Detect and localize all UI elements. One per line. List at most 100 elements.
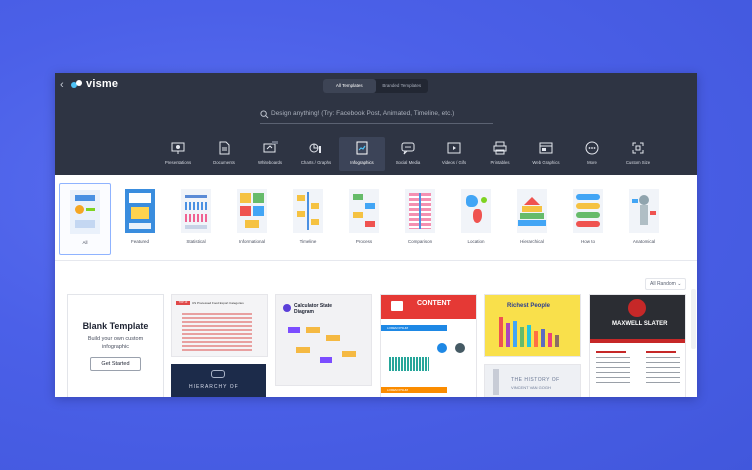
search-icon — [260, 110, 269, 119]
template-preview — [596, 351, 626, 353]
template-preview — [389, 357, 429, 371]
template-preview — [437, 343, 447, 353]
all-templates-tab[interactable]: All Templates — [323, 79, 376, 93]
template-card[interactable]: CONTENT LOREM IPSUM LOREM IPSUM — [380, 294, 477, 397]
category-label: Social Media — [395, 160, 421, 165]
blank-template-title: Blank Template — [82, 321, 149, 331]
blank-template-card[interactable]: Blank Template Build your own custom inf… — [67, 294, 164, 397]
template-title: HIERARCHY OF — [189, 384, 239, 390]
glasses-icon — [211, 370, 225, 378]
branded-templates-tab[interactable]: Branded Templates — [376, 79, 429, 93]
category-custom-size[interactable]: Custom Size — [615, 137, 661, 171]
template-logo — [283, 304, 291, 312]
category-infographics[interactable]: Infographics — [339, 137, 385, 171]
subcategory-location[interactable]: Location — [451, 183, 501, 253]
category-label: Infographics — [350, 160, 374, 165]
category-label: Presentations — [164, 160, 192, 165]
template-subtitle: VINCENT VAN GOGH — [511, 385, 551, 390]
subcategory-label: Hierarchical — [520, 239, 544, 244]
template-title: MAXWELL SLATER — [612, 321, 668, 327]
subcategory-label: Process — [355, 239, 373, 244]
search-input[interactable]: Design anything! (Try: Facebook Post, An… — [260, 109, 493, 124]
category-charts-graphs[interactable]: Charts / Graphs — [293, 137, 339, 171]
category-web-graphics[interactable]: Web Graphics — [523, 137, 569, 171]
more-icon — [585, 141, 599, 155]
brand-name: visme — [86, 78, 119, 90]
sort-label: All Random — [650, 281, 676, 287]
sort-dropdown[interactable]: All Random ⌄ — [645, 278, 687, 290]
template-preview — [306, 327, 320, 333]
template-card[interactable]: Richest People — [484, 294, 581, 357]
whiteboard-icon — [263, 141, 278, 153]
subcategory-thumbnail — [293, 189, 323, 233]
template-preview — [646, 357, 680, 387]
template-preview — [506, 323, 510, 347]
get-started-button[interactable]: Get Started — [90, 357, 141, 371]
category-bar: Presentations Documents Whiteboards Char… — [155, 137, 661, 171]
template-preview — [455, 343, 465, 353]
top-bar: ‹ visme All Templates Branded Templates … — [55, 73, 697, 175]
category-label: Documents — [213, 160, 235, 165]
subcategory-timeline[interactable]: Timeline — [283, 183, 333, 253]
subcategory-anatomical[interactable]: Anatomical — [619, 183, 669, 253]
chevron-down-icon: ⌄ — [677, 281, 682, 287]
subcategory-statistical[interactable]: Statistical — [171, 183, 221, 253]
subcategory-label: How to — [580, 239, 595, 244]
subcategory-thumbnail — [125, 189, 155, 233]
template-preview — [288, 327, 300, 333]
subcategory-process[interactable]: Process — [339, 183, 389, 253]
presentation-icon — [171, 142, 185, 154]
template-card[interactable]: MAXWELL SLATER — [589, 294, 686, 397]
template-section: LOREM IPSUM — [381, 387, 447, 393]
template-card[interactable]: HIERARCHY OF — [171, 364, 266, 397]
subcategory-comparison[interactable]: Comparison — [395, 183, 445, 253]
subcategory-label: Timeline — [299, 239, 317, 244]
template-title: THE HISTORY OF — [511, 377, 560, 383]
template-preview — [520, 327, 524, 347]
subcategory-how-to[interactable]: How to — [563, 183, 613, 253]
category-videos-gifs[interactable]: Videos / Gifs — [431, 137, 477, 171]
template-card[interactable]: THE HISTORY OF VINCENT VAN GOGH — [484, 364, 581, 397]
category-printables[interactable]: Printables — [477, 137, 523, 171]
template-preview — [342, 351, 356, 357]
subcategory-scroll-handle[interactable] — [691, 289, 696, 349]
printer-icon — [493, 141, 507, 155]
category-label: Charts / Graphs — [300, 160, 332, 165]
template-title: US Processed Food Export Categories — [192, 301, 244, 305]
video-icon — [447, 142, 461, 154]
subcategory-thumbnail — [349, 189, 379, 233]
subcategory-all[interactable]: All — [59, 183, 111, 255]
visme-window: ‹ visme All Templates Branded Templates … — [55, 73, 697, 397]
category-label: Whiteboards — [257, 160, 283, 165]
subcategory-label: Anatomical — [632, 239, 656, 244]
template-preview — [296, 347, 310, 353]
category-more[interactable]: More — [569, 137, 615, 171]
document-icon — [219, 141, 230, 155]
category-social-media[interactable]: Social Media — [385, 137, 431, 171]
subcategory-thumbnail — [237, 189, 267, 233]
subcategory-label: Featured — [130, 239, 149, 244]
subcategory-informational[interactable]: Informational — [227, 183, 277, 253]
back-arrow-icon[interactable]: ‹ — [60, 79, 64, 91]
template-section: LOREM IPSUM — [381, 325, 447, 331]
subcategory-featured[interactable]: Featured — [115, 183, 165, 253]
template-preview — [320, 357, 332, 363]
template-preview — [555, 335, 559, 347]
template-preview — [493, 369, 499, 395]
template-preview — [646, 351, 676, 353]
category-label: More — [587, 160, 597, 165]
subcategory-label: Statistical — [186, 239, 206, 244]
template-preview — [541, 329, 545, 347]
subcategory-label: Location — [467, 239, 485, 244]
template-preview — [513, 321, 517, 347]
template-preview — [548, 333, 552, 347]
category-whiteboards[interactable]: Whiteboards — [247, 137, 293, 171]
template-card[interactable]: Calculator State Diagram — [275, 294, 372, 386]
template-card[interactable]: TOP 10 US Processed Food Export Categori… — [171, 294, 268, 357]
category-presentations[interactable]: Presentations — [155, 137, 201, 171]
category-label: Printables — [490, 160, 510, 165]
template-preview — [596, 357, 630, 387]
template-preview — [182, 313, 252, 351]
category-documents[interactable]: Documents — [201, 137, 247, 171]
subcategory-hierarchical[interactable]: Hierarchical — [507, 183, 557, 253]
